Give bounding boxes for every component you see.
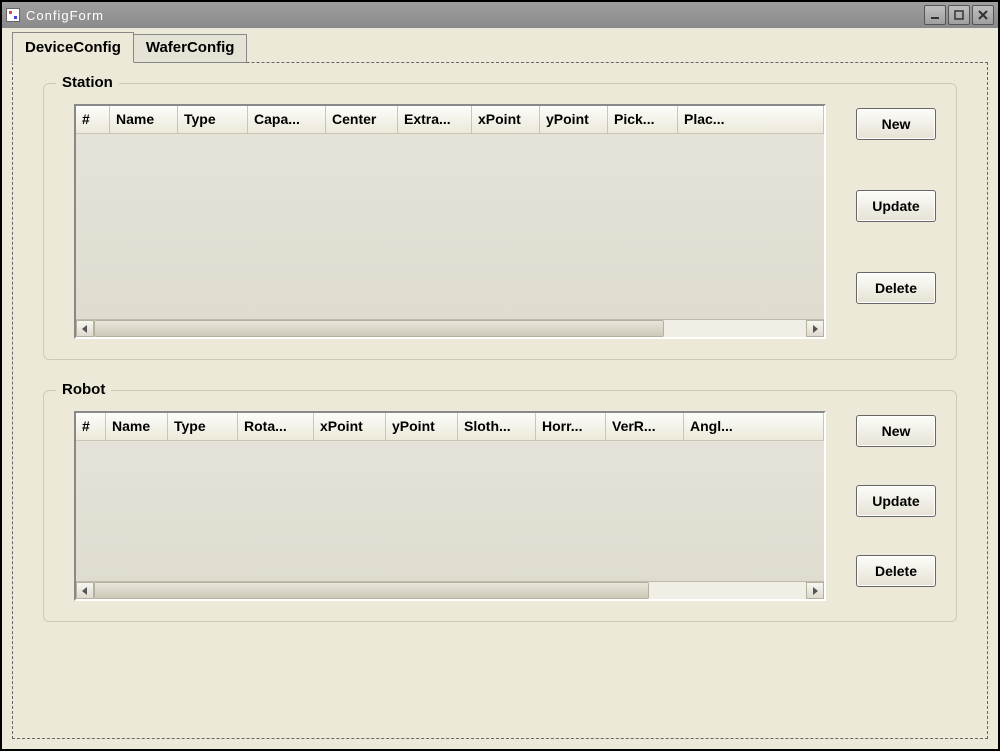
- robot-delete-button[interactable]: Delete: [856, 555, 936, 587]
- station-update-button[interactable]: Update: [856, 190, 936, 222]
- close-button[interactable]: [972, 5, 994, 25]
- groupbox-station-title: Station: [56, 74, 119, 91]
- station-hscroll-left[interactable]: [76, 320, 94, 337]
- station-col-name[interactable]: Name: [110, 106, 178, 134]
- groupbox-robot-title: Robot: [56, 381, 111, 398]
- station-hscroll: [76, 319, 824, 337]
- tab-panel-deviceconfig: Station # Name Type Capa... Center Extra…: [12, 62, 988, 739]
- tab-strip: DeviceConfig WaferConfig: [12, 32, 988, 63]
- robot-col-verr[interactable]: VerR...: [606, 413, 684, 441]
- robot-button-column: New Update Delete: [856, 411, 936, 587]
- minimize-button[interactable]: [924, 5, 946, 25]
- robot-col-ypoint[interactable]: yPoint: [386, 413, 458, 441]
- robot-hscroll-thumb[interactable]: [94, 582, 649, 599]
- tab-waferconfig[interactable]: WaferConfig: [133, 34, 248, 63]
- robot-col-horr[interactable]: Horr...: [536, 413, 606, 441]
- maximize-button[interactable]: [948, 5, 970, 25]
- station-col-type[interactable]: Type: [178, 106, 248, 134]
- groupbox-station-inner: # Name Type Capa... Center Extra... xPoi…: [74, 104, 936, 339]
- window-frame: ConfigForm DeviceConfig WaferConfig Stat…: [0, 0, 1000, 751]
- robot-listview[interactable]: # Name Type Rota... xPoint yPoint Sloth.…: [74, 411, 826, 601]
- robot-hscroll-track[interactable]: [94, 582, 806, 599]
- station-col-ypoint[interactable]: yPoint: [540, 106, 608, 134]
- station-col-pick[interactable]: Pick...: [608, 106, 678, 134]
- window-title: ConfigForm: [26, 8, 924, 23]
- station-col-capa[interactable]: Capa...: [248, 106, 326, 134]
- groupbox-robot-inner: # Name Type Rota... xPoint yPoint Sloth.…: [74, 411, 936, 601]
- robot-listview-body: [76, 441, 824, 581]
- groupbox-robot: Robot # Name Type Rota... xPoint yPoint …: [43, 390, 957, 622]
- robot-hscroll-right[interactable]: [806, 582, 824, 599]
- station-col-xpoint[interactable]: xPoint: [472, 106, 540, 134]
- station-hscroll-right[interactable]: [806, 320, 824, 337]
- station-col-center[interactable]: Center: [326, 106, 398, 134]
- client-area: DeviceConfig WaferConfig Station # Name …: [2, 28, 998, 749]
- window-control-buttons: [924, 5, 994, 25]
- station-new-button[interactable]: New: [856, 108, 936, 140]
- robot-col-angl[interactable]: Angl...: [684, 413, 824, 441]
- station-listview-body: [76, 134, 824, 319]
- groupbox-station: Station # Name Type Capa... Center Extra…: [43, 83, 957, 360]
- robot-col-sloth[interactable]: Sloth...: [458, 413, 536, 441]
- robot-new-button[interactable]: New: [856, 415, 936, 447]
- robot-listview-header: # Name Type Rota... xPoint yPoint Sloth.…: [76, 413, 824, 441]
- robot-col-type[interactable]: Type: [168, 413, 238, 441]
- robot-col-rota[interactable]: Rota...: [238, 413, 314, 441]
- robot-col-name[interactable]: Name: [106, 413, 168, 441]
- station-col-plac[interactable]: Plac...: [678, 106, 824, 134]
- station-hscroll-thumb[interactable]: [94, 320, 664, 337]
- robot-hscroll-left[interactable]: [76, 582, 94, 599]
- tab-deviceconfig[interactable]: DeviceConfig: [12, 32, 134, 63]
- station-hscroll-track[interactable]: [94, 320, 806, 337]
- robot-col-index[interactable]: #: [76, 413, 106, 441]
- station-listview[interactable]: # Name Type Capa... Center Extra... xPoi…: [74, 104, 826, 339]
- robot-update-button[interactable]: Update: [856, 485, 936, 517]
- titlebar: ConfigForm: [2, 2, 998, 28]
- station-col-index[interactable]: #: [76, 106, 110, 134]
- robot-col-xpoint[interactable]: xPoint: [314, 413, 386, 441]
- station-button-column: New Update Delete: [856, 104, 936, 304]
- station-col-extra[interactable]: Extra...: [398, 106, 472, 134]
- app-icon: [6, 8, 20, 22]
- station-delete-button[interactable]: Delete: [856, 272, 936, 304]
- robot-hscroll: [76, 581, 824, 599]
- station-listview-header: # Name Type Capa... Center Extra... xPoi…: [76, 106, 824, 134]
